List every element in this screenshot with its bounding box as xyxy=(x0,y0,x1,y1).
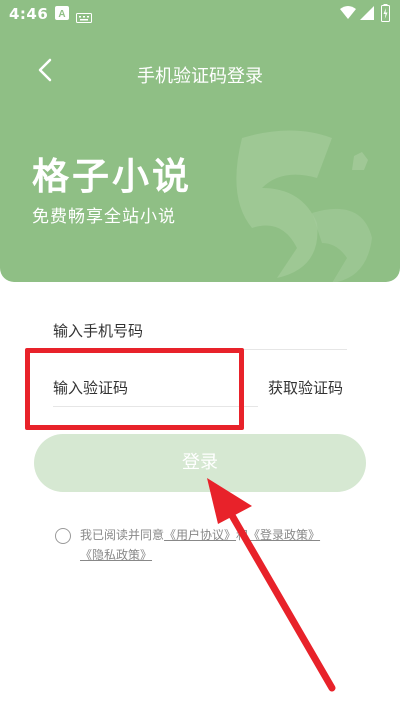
agreement-text: 我已阅读并同意《用户协议》和《登录政策》 xyxy=(80,526,320,543)
user-agreement-link[interactable]: 《用户协议》 xyxy=(164,528,236,542)
privacy-policy-link[interactable]: 《隐私政策》 xyxy=(80,548,152,562)
wifi-icon xyxy=(340,6,356,24)
quote-decoration-icon xyxy=(236,130,372,282)
phone-input[interactable]: 输入手机号码 xyxy=(53,320,143,341)
app-notification-icon: A xyxy=(55,6,69,24)
annotation-highlight-box xyxy=(25,348,244,430)
keyboard-icon xyxy=(76,9,92,27)
page-title: 手机验证码登录 xyxy=(137,66,263,87)
header-banner: 4:46 A 手机验证码登录 格子小说 免费畅享全站小说 xyxy=(0,0,400,282)
agreement-checkbox[interactable] xyxy=(55,528,71,544)
agreement-and: 和 xyxy=(236,528,249,542)
agreement-text-line2: 《隐私政策》 xyxy=(80,546,152,563)
app-name: 格子小说 xyxy=(32,155,192,198)
get-code-button[interactable]: 获取验证码 xyxy=(268,377,343,398)
app-slogan: 免费畅享全站小说 xyxy=(32,207,176,227)
svg-text:A: A xyxy=(58,9,65,20)
battery-icon xyxy=(381,4,390,26)
signal-icon xyxy=(360,6,374,24)
login-button[interactable]: 登录 xyxy=(34,434,366,492)
status-time: 4:46 xyxy=(9,5,49,23)
login-policy-link[interactable]: 《登录政策》 xyxy=(248,528,320,542)
agreement-prefix: 我已阅读并同意 xyxy=(80,528,165,542)
status-bar: 4:46 A xyxy=(0,0,400,28)
